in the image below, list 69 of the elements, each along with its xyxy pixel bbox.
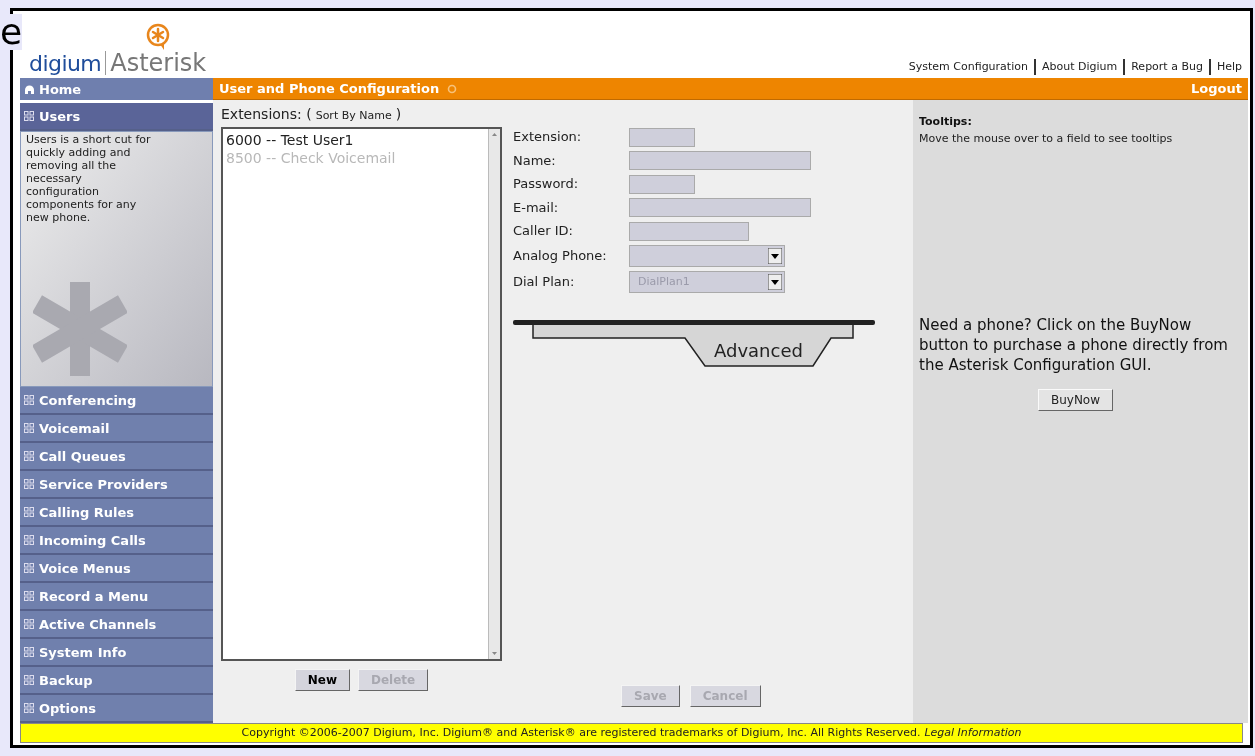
nav-item[interactable]: Service Providers — [20, 471, 213, 500]
brand-name: digium — [29, 53, 102, 76]
refresh-icon — [447, 83, 458, 94]
header-link[interactable]: Report a Bug — [1131, 58, 1203, 76]
buy-now-button[interactable]: BuyNow — [1037, 389, 1114, 412]
section-description: Users is a short cut for quickly adding and removing all the necessary configuration components for any new phone. — [26, 133, 152, 225]
text-field[interactable] — [629, 127, 695, 147]
grid-icon — [24, 479, 34, 490]
grid-icon — [24, 591, 34, 602]
sort-link[interactable]: Sort By Name — [315, 108, 392, 125]
nav-item[interactable]: Active Channels — [20, 611, 213, 640]
nav-item[interactable]: Conferencing — [20, 387, 213, 416]
logout-link[interactable]: Logout — [1191, 79, 1242, 99]
product-name: Asterisk — [110, 51, 207, 76]
dropdown-arrow-icon — [768, 247, 782, 264]
text-field[interactable] — [629, 174, 695, 194]
legal-link[interactable]: Legal Information — [924, 724, 1022, 742]
nav-item[interactable]: Incoming Calls — [20, 527, 213, 556]
grid-icon — [24, 703, 34, 714]
field-label: Name: — [513, 151, 557, 170]
tooltips-title: Tooltips: — [919, 114, 973, 131]
text-field[interactable] — [629, 151, 811, 171]
page-title: User and Phone Configuration — [219, 80, 440, 99]
text-field[interactable] — [629, 221, 749, 241]
list-title: Extensions: ( — [221, 105, 312, 125]
grid-icon — [24, 507, 34, 518]
advanced-tab-label[interactable]: Advanced — [714, 339, 803, 362]
asterisk-bubble-icon — [145, 23, 172, 52]
field-label: Dial Plan: — [513, 273, 576, 292]
grid-icon — [24, 535, 34, 546]
copyright-text: Copyright ©2006-2007 Digium, Inc. Digium® and Asterisk® are registered trademarks of Digium, Inc. All Rights Reserved. — [241, 724, 921, 741]
grid-icon — [24, 563, 34, 574]
action-button[interactable]: New — [294, 669, 350, 692]
home-nav-item[interactable]: Home — [20, 78, 213, 101]
nav-item[interactable]: Users — [20, 103, 213, 132]
dropdown-arrow-icon — [768, 273, 782, 290]
grid-icon — [24, 675, 34, 686]
nav-item[interactable]: Voicemail — [20, 415, 213, 444]
grid-icon — [24, 395, 34, 406]
nav-item[interactable]: Record a Menu — [20, 583, 213, 612]
nav-item[interactable]: Voice Menus — [20, 555, 213, 584]
dropdown[interactable] — [629, 244, 785, 267]
nav-item[interactable]: Backup — [20, 667, 213, 696]
scrollbar[interactable] — [488, 129, 500, 660]
asterisk-icon — [33, 282, 127, 377]
nav-item[interactable]: Calling Rules — [20, 499, 213, 528]
grid-icon — [24, 451, 34, 462]
grid-icon — [24, 647, 34, 658]
grid-icon — [24, 111, 34, 122]
promo-text: Need a phone? Click on the BuyNow button to purchase a phone directly from the Asterisk Configuration GUI. — [919, 315, 1229, 376]
header-link[interactable]: System Configuration — [908, 58, 1028, 76]
header-link[interactable]: Help — [1216, 58, 1242, 76]
nav-item[interactable]: System Info — [20, 639, 213, 668]
field-label: Analog Phone: — [513, 247, 608, 266]
list-item[interactable]: 6000 -- Test User1 — [226, 131, 488, 150]
grid-icon — [24, 423, 34, 434]
text-field[interactable] — [629, 198, 811, 218]
grid-icon — [24, 619, 34, 630]
field-label: Password: — [513, 175, 580, 194]
field-label: E-mail: — [513, 198, 560, 217]
field-label: Caller ID: — [513, 222, 574, 241]
header-link[interactable]: About Digium — [1041, 58, 1118, 76]
tooltips-text: Move the mouse over to a field to see tooltips — [919, 130, 1174, 147]
nav-item[interactable]: Call Queues — [20, 443, 213, 472]
list-title-paren: ) — [395, 105, 402, 125]
nav-item[interactable]: Options — [20, 695, 213, 724]
field-label: Extension: — [513, 128, 583, 147]
home-icon — [24, 83, 35, 95]
cut-text: e — [0, 14, 23, 50]
